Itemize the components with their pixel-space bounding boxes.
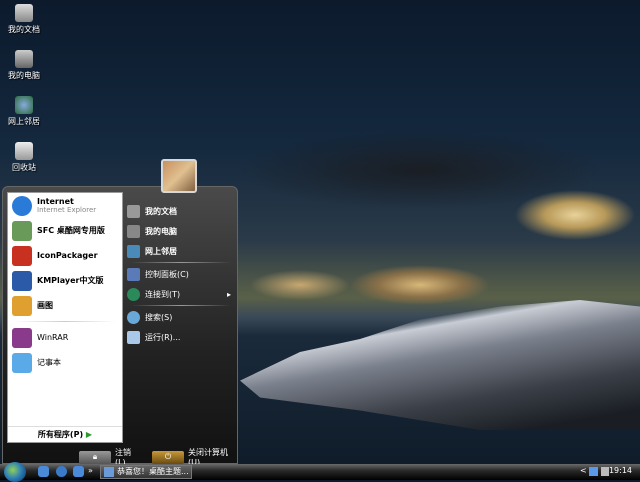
place-network[interactable]: 网上邻居 xyxy=(127,241,235,261)
power-icon: ⏻ xyxy=(164,452,172,461)
start-menu-places: 我的文档 我的电脑 网上邻居 控制面板(C) 连接到(T) ▸ 搜索(S) 运行(… xyxy=(127,201,235,347)
internet-explorer-icon xyxy=(12,195,32,216)
all-programs-button[interactable]: 所有程序(P) ▶ xyxy=(8,426,122,440)
globe-quicklaunch-icon[interactable] xyxy=(56,466,67,477)
desktop-icon-my-documents[interactable]: 我的文档 xyxy=(2,4,46,35)
ie-quicklaunch-icon[interactable] xyxy=(38,466,49,477)
logoff-button[interactable]: 🔒︎ xyxy=(79,450,111,464)
winrar-icon xyxy=(12,327,32,348)
network-icon xyxy=(15,96,33,114)
separator xyxy=(14,321,116,322)
network-tray-icon[interactable] xyxy=(589,467,598,476)
iconpackager-icon xyxy=(12,245,32,266)
kmplayer-icon xyxy=(12,270,32,291)
notepad-icon xyxy=(12,352,32,373)
pinned-iconpackager[interactable]: IconPackager xyxy=(8,243,122,268)
pinned-kmplayer[interactable]: KMPlayer中文版 xyxy=(8,268,122,293)
documents-icon xyxy=(15,4,33,22)
pinned-internet-explorer[interactable]: Internet Internet Explorer xyxy=(8,193,122,218)
start-button[interactable] xyxy=(4,462,26,482)
start-menu: Internet Internet Explorer SFC 桌酷网专用版 Ico… xyxy=(2,186,238,467)
computer-icon xyxy=(15,50,33,68)
sfc-icon xyxy=(12,220,32,241)
arrow-right-icon: ▶ xyxy=(85,430,93,439)
recycle-bin-icon xyxy=(15,142,33,160)
pinned-sfc[interactable]: SFC 桌酷网专用版 xyxy=(8,218,122,243)
start-menu-programs: Internet Internet Explorer SFC 桌酷网专用版 Ico… xyxy=(7,192,123,443)
run-icon xyxy=(127,330,140,344)
place-search[interactable]: 搜索(S) xyxy=(127,307,235,327)
desktop-icon-network[interactable]: 网上邻居 xyxy=(2,96,46,127)
shutdown-button[interactable]: ⏻ xyxy=(152,450,184,464)
document-icon xyxy=(104,467,114,477)
place-run[interactable]: 运行(R)... xyxy=(127,327,235,347)
search-icon xyxy=(127,310,140,324)
separator xyxy=(131,262,231,263)
paint-icon xyxy=(12,295,32,316)
taskbar-button[interactable]: 恭喜您！桌酷主题... xyxy=(100,465,192,479)
recent-winrar[interactable]: WinRAR xyxy=(8,325,122,350)
network-icon xyxy=(127,244,140,258)
place-my-documents[interactable]: 我的文档 xyxy=(127,201,235,221)
clock[interactable]: 19:14 xyxy=(609,466,632,475)
submenu-arrow-icon: ▸ xyxy=(226,289,231,299)
recent-notepad[interactable]: 记事本 xyxy=(8,350,122,375)
place-connect-to[interactable]: 连接到(T) ▸ xyxy=(127,284,235,304)
user-avatar[interactable] xyxy=(161,159,197,193)
control-panel-icon xyxy=(127,267,140,281)
place-control-panel[interactable]: 控制面板(C) xyxy=(127,264,235,284)
desktop-icon-my-computer[interactable]: 我的电脑 xyxy=(2,50,46,81)
taskbar: » 恭喜您！桌酷主题... < 19:14 xyxy=(0,462,640,482)
volume-tray-icon[interactable] xyxy=(601,467,609,476)
place-my-computer[interactable]: 我的电脑 xyxy=(127,221,235,241)
tray-expand-icon[interactable]: < xyxy=(580,466,587,475)
pinned-paint[interactable]: 画图 xyxy=(8,293,122,318)
desktop-icon-recycle-bin[interactable]: 回收站 xyxy=(2,142,46,173)
separator xyxy=(131,305,231,306)
documents-icon xyxy=(127,204,140,218)
wallpaper-island xyxy=(240,300,640,430)
window-quicklaunch-icon[interactable] xyxy=(73,466,84,477)
computer-icon xyxy=(127,224,140,238)
lock-icon: 🔒︎ xyxy=(92,452,98,461)
globe-icon xyxy=(127,287,140,301)
quicklaunch-overflow[interactable]: » xyxy=(88,466,93,475)
